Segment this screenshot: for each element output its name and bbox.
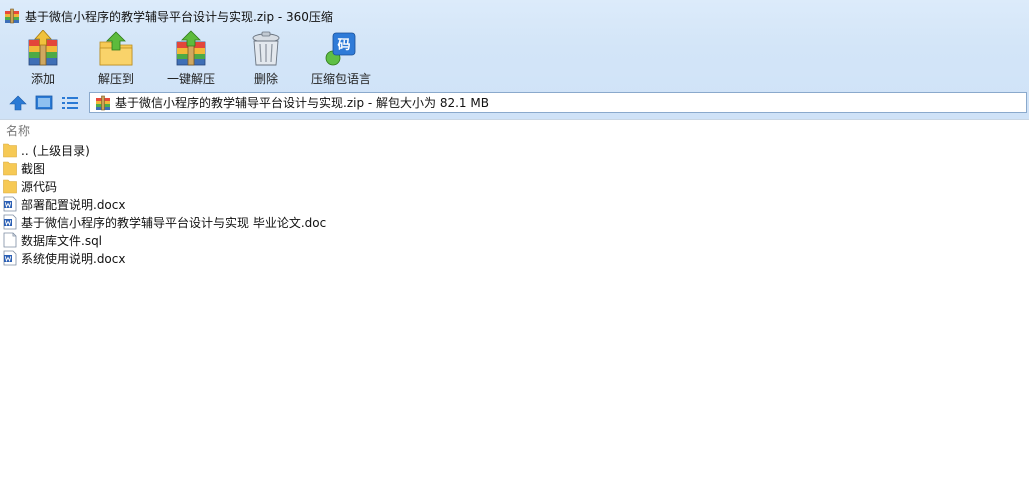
window-chrome: 基于微信小程序的教学辅导平台设计与实现.zip - 360压缩 添加 解压到 一… xyxy=(0,0,1029,119)
add-archive-icon xyxy=(28,30,58,66)
list-item-name: 系统使用说明.docx xyxy=(21,251,126,266)
word-document-icon xyxy=(3,196,17,212)
archive-file-icon xyxy=(96,95,110,110)
file-list: 名称 .. (上级目录) 截图 源代码 部署配置说明.docx 基于微信小程序的… xyxy=(0,119,1029,494)
list-item-file-usage-doc[interactable]: 系统使用说明.docx xyxy=(3,249,1023,267)
list-item-file-deploy-doc[interactable]: 部署配置说明.docx xyxy=(3,195,1023,213)
app-logo-icon xyxy=(5,8,19,24)
list-item-name: 截图 xyxy=(21,161,46,176)
thumbnail-view-icon[interactable] xyxy=(34,93,54,113)
address-path: 基于微信小程序的教学辅导平台设计与实现.zip - 解包大小为 82.1 MB xyxy=(115,96,489,110)
window-title: 基于微信小程序的教学辅导平台设计与实现.zip - 360压缩 xyxy=(25,9,333,24)
one-click-extract-icon xyxy=(176,30,206,66)
generic-file-icon xyxy=(3,232,17,248)
extract-to-button-label: 解压到 xyxy=(97,72,134,86)
list-item-name: 基于微信小程序的教学辅导平台设计与实现 毕业论文.doc xyxy=(21,215,327,230)
address-field[interactable]: 基于微信小程序的教学辅导平台设计与实现.zip - 解包大小为 82.1 MB xyxy=(89,92,1027,113)
archive-language-button[interactable]: 码 压缩包语言 xyxy=(298,30,384,88)
list-item-folder-source[interactable]: 源代码 xyxy=(3,177,1023,195)
archive-language-icon: 码 xyxy=(325,32,356,66)
column-header-name[interactable]: 名称 xyxy=(6,122,30,139)
folder-icon xyxy=(3,179,17,194)
list-view-icon[interactable] xyxy=(60,93,80,113)
list-item-name: 数据库文件.sql xyxy=(21,233,103,248)
list-item-name: 部署配置说明.docx xyxy=(21,197,126,212)
up-level-icon[interactable] xyxy=(8,93,28,113)
address-bar-row: 基于微信小程序的教学辅导平台设计与实现.zip - 解包大小为 82.1 MB xyxy=(0,91,1029,115)
title-bar: 基于微信小程序的教学辅导平台设计与实现.zip - 360压缩 xyxy=(0,0,1029,32)
extract-to-button[interactable]: 解压到 xyxy=(73,30,159,88)
one-click-extract-button[interactable]: 一键解压 xyxy=(148,30,234,88)
list-item-file-database-sql[interactable]: 数据库文件.sql xyxy=(3,231,1023,249)
archive-language-button-label: 压缩包语言 xyxy=(310,72,371,86)
file-list-rows: .. (上级目录) 截图 源代码 部署配置说明.docx 基于微信小程序的教学辅… xyxy=(3,141,1023,267)
list-item-parent-directory[interactable]: .. (上级目录) xyxy=(3,141,1023,159)
word-document-icon xyxy=(3,214,17,230)
archive-language-glyph: 码 xyxy=(337,38,350,53)
delete-trash-icon xyxy=(252,31,280,66)
delete-button[interactable]: 删除 xyxy=(223,30,309,88)
list-item-name: .. (上级目录) xyxy=(21,143,90,158)
list-item-file-thesis-doc[interactable]: 基于微信小程序的教学辅导平台设计与实现 毕业论文.doc xyxy=(3,213,1023,231)
folder-icon xyxy=(3,143,17,158)
list-item-folder-screenshots[interactable]: 截图 xyxy=(3,159,1023,177)
delete-button-label: 删除 xyxy=(253,72,278,86)
list-item-name: 源代码 xyxy=(21,179,58,194)
folder-icon xyxy=(3,161,17,176)
extract-to-icon xyxy=(99,31,133,66)
one-click-extract-button-label: 一键解压 xyxy=(166,72,215,86)
word-document-icon xyxy=(3,250,17,266)
add-button-label: 添加 xyxy=(30,72,55,86)
app-window: 基于微信小程序的教学辅导平台设计与实现.zip - 360压缩 添加 解压到 一… xyxy=(0,0,1029,494)
